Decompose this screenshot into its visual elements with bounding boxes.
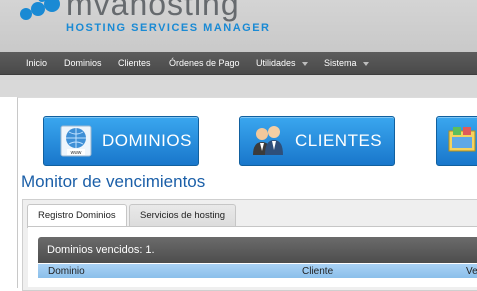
nav-item-ordenes-de-pago[interactable]: Órdenes de Pago [169, 52, 240, 74]
nav-item-label: Órdenes de Pago [169, 58, 240, 68]
nav-item-label: Utilidades [256, 58, 296, 68]
shortcut-label: CLIENTES [295, 131, 383, 150]
brand-logo-icon [20, 0, 60, 20]
nav-item-dominios[interactable]: Dominios [64, 52, 102, 74]
app-window-icon [448, 127, 476, 152]
nav-item-label: Clientes [118, 58, 151, 68]
nav-item-label: Inicio [26, 58, 48, 68]
tab-registro-dominios[interactable]: Registro Dominios [27, 204, 127, 228]
main-nav: Inicio Dominios Clientes Órdenes de Pago… [0, 52, 477, 75]
column-header-vencimiento[interactable]: Ve [466, 266, 477, 277]
brand-tagline: HOSTING SERVICES MANAGER [66, 22, 271, 34]
globe-www-icon: www [60, 125, 92, 157]
nav-item-utilidades[interactable]: Utilidades [256, 52, 308, 74]
chevron-down-icon [362, 61, 369, 66]
tab-servicios-de-hosting[interactable]: Servicios de hosting [129, 204, 237, 227]
chevron-down-icon [301, 61, 308, 66]
shortcut-clientes-button[interactable]: CLIENTES [239, 116, 395, 166]
shortcut-third-button[interactable] [436, 116, 477, 166]
nav-item-sistema[interactable]: Sistema [324, 52, 369, 74]
nav-item-label: Sistema [324, 58, 357, 68]
users-icon [253, 126, 283, 155]
column-header-dominio[interactable]: Dominio [48, 266, 85, 277]
expired-domains-banner: Dominios vencidos: 1. [38, 237, 477, 263]
brand-name: mvahosting [66, 0, 240, 22]
nav-item-inicio[interactable]: Inicio [26, 52, 47, 74]
shortcut-label: DOMINIOS [102, 131, 192, 150]
column-header-cliente[interactable]: Cliente [302, 266, 333, 277]
svg-text:www: www [71, 150, 82, 156]
expired-domains-count: Dominios vencidos: 1. [47, 244, 155, 256]
table-header: Dominio Cliente Ve [38, 264, 477, 278]
app-header: mvahosting HOSTING SERVICES MANAGER [0, 0, 477, 52]
nav-item-label: Dominios [64, 58, 102, 68]
content-band [0, 75, 477, 97]
shortcut-dominios-button[interactable]: www DOMINIOS [43, 116, 199, 166]
nav-item-clientes[interactable]: Clientes [118, 52, 151, 74]
page-title: Monitor de vencimientos [21, 172, 206, 191]
